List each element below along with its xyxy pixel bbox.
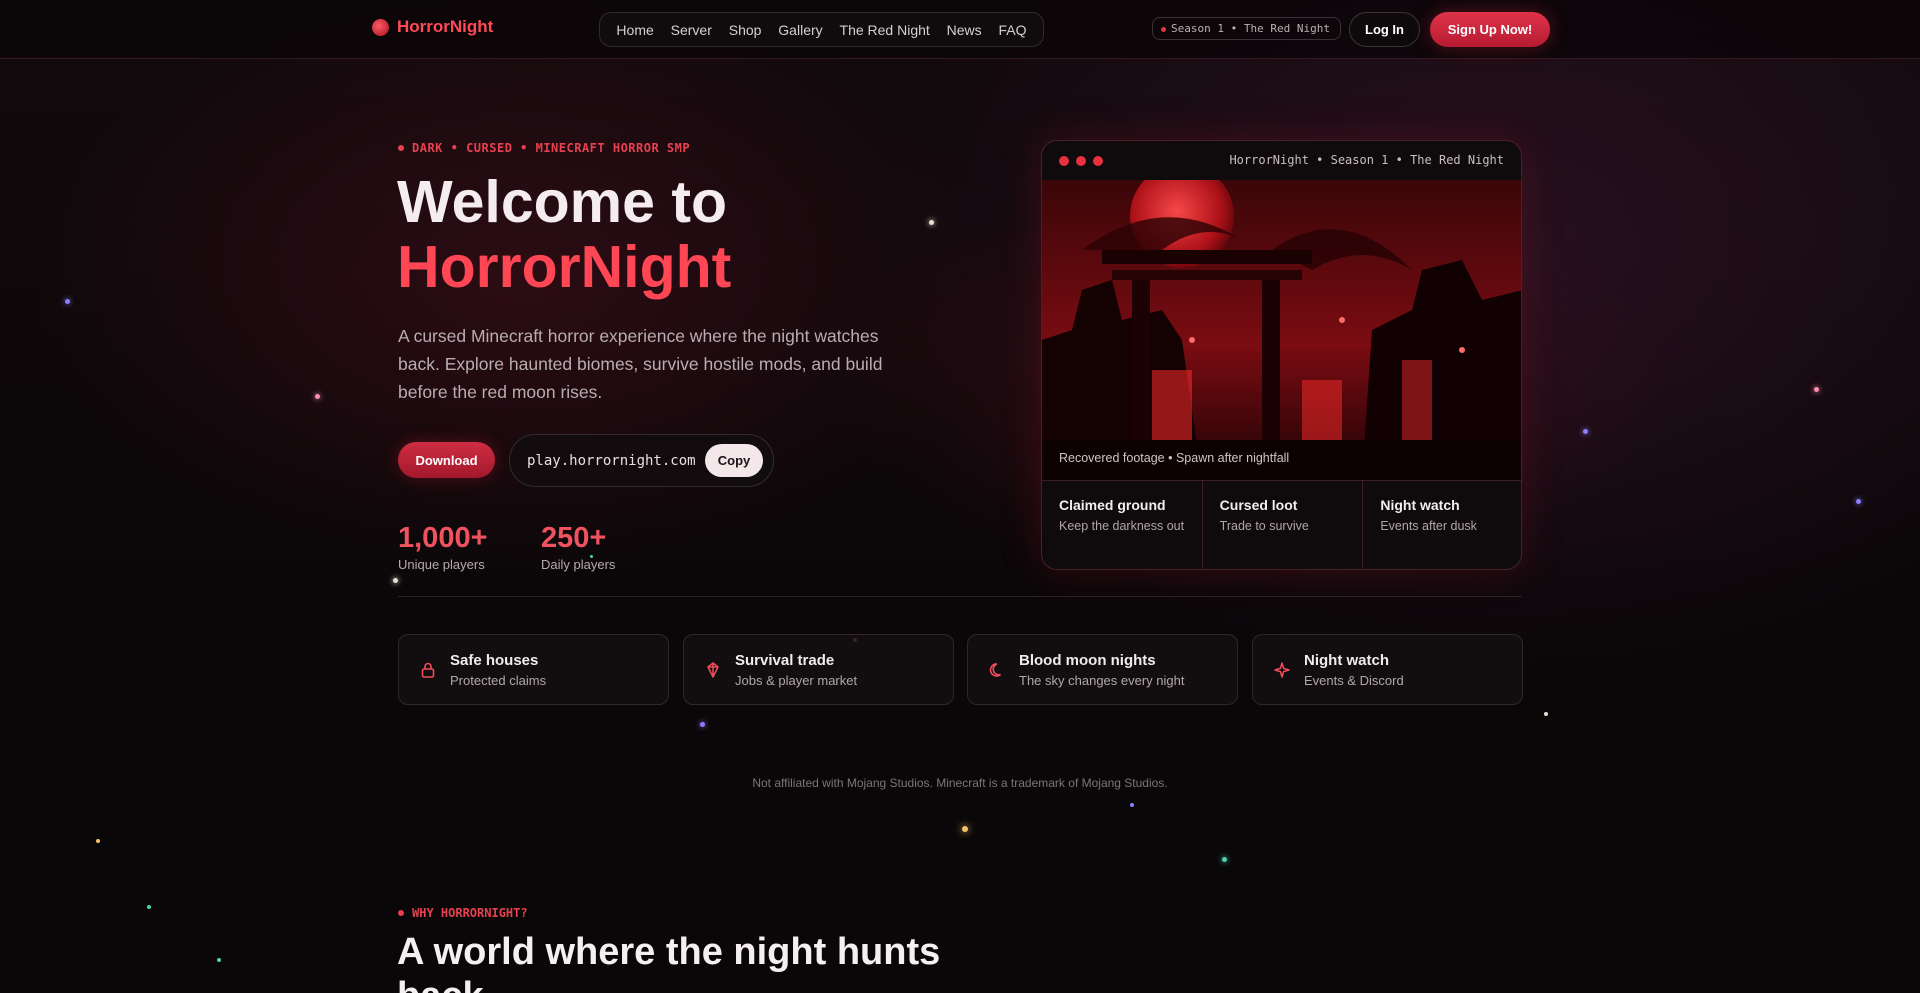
star-particle (700, 722, 705, 727)
mini-card-desc: Protected claims (450, 673, 547, 688)
star-particle (962, 826, 968, 832)
why-section-title: A world where the night hunts back (397, 931, 941, 993)
mini-card-survival-trade: Survival trade Jobs & player market (683, 634, 954, 705)
hero-title: Welcome to HorrorNight (397, 170, 731, 300)
card-header: HorrorNight • Season 1 • The Red Night (1042, 141, 1521, 180)
section-divider (398, 596, 1522, 597)
nav-link-faq[interactable]: FAQ (999, 22, 1027, 38)
signup-button[interactable]: Sign Up Now! (1430, 12, 1550, 47)
star-particle (217, 958, 221, 962)
feature-desc: Events after dusk (1380, 519, 1477, 533)
card-header-caption: HorrorNight • Season 1 • The Red Night (1229, 153, 1504, 167)
mini-card-title: Safe houses (450, 652, 539, 669)
server-ip-text: play.horrornight.com (527, 452, 696, 469)
feature-desc: Trade to survive (1219, 519, 1309, 533)
feature-title: Claimed ground (1059, 497, 1166, 513)
star-particle (929, 220, 934, 225)
why-eyebrow-text: WHY HORRORNIGHT? (412, 906, 528, 920)
mini-card-desc: The sky changes every night (1019, 673, 1185, 688)
mini-card-night-watch: Night watch Events & Discord (1252, 634, 1523, 705)
stat-value: 1,000+ (398, 522, 488, 554)
star-particle (96, 839, 100, 843)
disclaimer-text: Not affiliated with Mojang Studios. Mine… (752, 776, 1168, 790)
eyebrow-dot-icon (398, 145, 404, 151)
season-badge: Season 1 • The Red Night (1152, 17, 1341, 40)
copy-ip-button[interactable]: Copy (705, 444, 763, 477)
background-glow (0, 0, 1920, 993)
hero-eyebrow: DARK • CURSED • MINECRAFT HORROR SMP (398, 141, 690, 155)
star-particle (1544, 712, 1548, 716)
feature-night-watch: Night watch Events after dusk (1363, 481, 1521, 569)
feature-desc: Keep the darkness out (1059, 519, 1185, 533)
stat-unique-players: 1,000+ Unique players (398, 521, 488, 572)
moon-logo-icon (372, 18, 389, 36)
download-button[interactable]: Download (398, 442, 495, 478)
nav-link-home[interactable]: Home (616, 22, 653, 38)
server-ip-box: play.horrornight.com Copy (509, 434, 774, 487)
nav-link-server[interactable]: Server (671, 22, 712, 38)
sparkle-icon (1274, 662, 1290, 678)
hero-title-line2: HorrorNight (397, 234, 732, 300)
nav-link-shop[interactable]: Shop (729, 22, 762, 38)
window-dot-icon (1059, 156, 1069, 166)
brand-name: HorrorNight (397, 17, 494, 36)
star-particle (65, 299, 70, 304)
footage-caption: Recovered footage • Spawn after nightfal… (1059, 451, 1290, 465)
mini-card-blood-moon: Blood moon nights The sky changes every … (967, 634, 1238, 705)
feature-claimed-ground: Claimed ground Keep the darkness out (1042, 481, 1203, 569)
moon-icon (989, 663, 1002, 677)
mini-card-title: Survival trade (735, 652, 835, 669)
lock-icon (421, 662, 435, 678)
hero-subtitle: A cursed Minecraft horror experience whe… (398, 326, 883, 402)
hero-title-line1: Welcome to (397, 169, 728, 235)
feature-cursed-loot: Cursed loot Trade to survive (1203, 481, 1364, 569)
top-navbar: HorrorNight Home Server Shop Gallery The… (0, 0, 1920, 59)
stat-label: Unique players (398, 557, 485, 572)
stat-label: Daily players (541, 557, 616, 572)
star-particle (147, 905, 151, 909)
star-particle (1814, 387, 1819, 392)
hero-eyebrow-text: DARK • CURSED • MINECRAFT HORROR SMP (412, 141, 691, 155)
hero-preview-card: HorrorNight • Season 1 • The Red Night R… (1041, 140, 1522, 570)
stat-daily-players: 250+ Daily players (541, 521, 615, 572)
nav-links: Home Server Shop Gallery The Red Night N… (599, 12, 1044, 47)
star-particle (1222, 857, 1227, 862)
mini-card-title: Night watch (1304, 652, 1389, 669)
feature-title: Cursed loot (1219, 497, 1298, 513)
nav-link-the-red-night[interactable]: The Red Night (840, 22, 930, 38)
feature-title: Night watch (1380, 497, 1460, 513)
star-particle (1583, 429, 1588, 434)
brand-logo-link[interactable]: HorrorNight (372, 17, 493, 37)
why-eyebrow: WHY HORRORNIGHT? (398, 906, 528, 920)
mini-card-desc: Events & Discord (1304, 673, 1404, 688)
window-dot-icon (1093, 156, 1103, 166)
login-button[interactable]: Log In (1349, 12, 1420, 47)
gem-icon (707, 662, 719, 678)
nav-link-gallery[interactable]: Gallery (778, 22, 822, 38)
star-particle (1856, 499, 1861, 504)
window-dot-icon (1076, 156, 1086, 166)
mini-card-safe-houses: Safe houses Protected claims (398, 634, 669, 705)
star-particle (315, 394, 320, 399)
nav-link-news[interactable]: News (947, 22, 982, 38)
eyebrow-dot-icon (398, 910, 404, 916)
mini-card-title: Blood moon nights (1019, 652, 1156, 669)
star-particle (393, 578, 398, 583)
star-particle (1130, 803, 1134, 807)
card-feature-row: Claimed ground Keep the darkness out Cur… (1042, 480, 1521, 569)
stat-value: 250+ (541, 522, 607, 554)
mini-card-desc: Jobs & player market (735, 673, 858, 688)
